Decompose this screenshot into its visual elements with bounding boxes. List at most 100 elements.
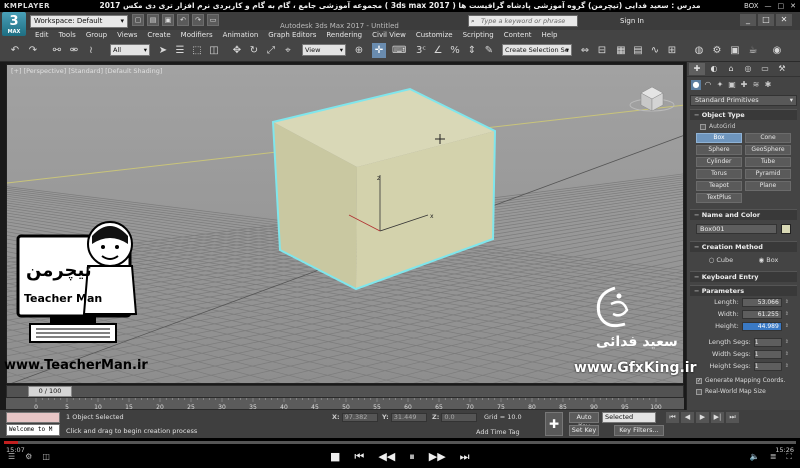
torus-button[interactable]: Torus [696, 169, 742, 179]
height-segs-spinner-icon[interactable]: ⇕ [785, 363, 789, 369]
menu-create[interactable]: Create [142, 30, 175, 40]
sphere-button[interactable]: Sphere [696, 145, 742, 155]
auto-key-button[interactable]: Auto Key [569, 412, 599, 430]
hierarchy-tab-icon[interactable]: ⌂ [723, 63, 739, 75]
selection-set-dropdown[interactable]: Selected [602, 412, 656, 423]
box-radio[interactable]: ◉ Box [758, 256, 778, 264]
height-spinner-icon[interactable]: ⇕ [785, 323, 789, 329]
width-spinner-icon[interactable]: ⇕ [785, 311, 789, 317]
creation-method-header[interactable]: Creation Method [690, 241, 797, 252]
parameters-header[interactable]: Parameters [690, 285, 797, 296]
plane-button[interactable]: Plane [745, 181, 791, 191]
curve-editor-icon[interactable]: ∿ [648, 43, 662, 58]
length-spinner-icon[interactable]: ⇕ [785, 299, 789, 305]
set-keys-icon[interactable]: ✚ [545, 412, 563, 436]
pyramid-button[interactable]: Pyramid [745, 169, 791, 179]
box-button[interactable]: Box [696, 133, 742, 143]
selection-filter-dropdown[interactable]: All [110, 44, 150, 56]
viewport-label[interactable]: [+] [Perspective] [Standard] [Default Sh… [11, 67, 162, 75]
unlink-icon[interactable]: ⚮ [67, 43, 81, 58]
create-tab-icon[interactable]: ✚ [689, 63, 705, 75]
menu-scripting[interactable]: Scripting [458, 30, 499, 40]
length-segs-spinner-icon[interactable]: ⇕ [785, 339, 789, 345]
menu-modifiers[interactable]: Modifiers [176, 30, 218, 40]
select-by-name-icon[interactable]: ☰ [173, 43, 187, 58]
primitive-category-dropdown[interactable]: Standard Primitives [690, 95, 797, 106]
snap-toggle-icon[interactable]: 3ᶜ [414, 43, 428, 58]
object-name-input[interactable]: Box001 [696, 224, 777, 234]
length-field[interactable]: 53.066 [741, 297, 782, 307]
coord-x-field[interactable]: 97.382 [341, 413, 378, 422]
project-folder-icon[interactable]: ▭ [207, 14, 219, 26]
select-object-icon[interactable]: ➤ [156, 43, 170, 58]
play-icon[interactable]: ▶ [696, 412, 709, 423]
textplus-button[interactable]: TextPlus [696, 193, 742, 203]
geometry-icon[interactable]: ● [691, 79, 701, 90]
width-field[interactable]: 61.255 [741, 309, 782, 319]
name-color-header[interactable]: Name and Color [690, 209, 797, 220]
motion-tab-icon[interactable]: ◎ [740, 63, 756, 75]
player-settings-icon[interactable]: ⚙ [25, 452, 32, 461]
pivot-center-icon[interactable]: ⊕ [352, 43, 366, 58]
tube-button[interactable]: Tube [745, 157, 791, 167]
cameras-icon[interactable]: ▣ [727, 80, 737, 90]
named-selection-set-dropdown[interactable]: Create Selection Se [502, 44, 572, 56]
close-icon[interactable]: ✕ [776, 14, 792, 26]
trackbar[interactable]: 0 5 10 15 20 25 30 35 40 45 50 55 60 65 70 75 80 85 90 95 10… [6, 398, 684, 411]
percent-snap-icon[interactable]: % [448, 43, 462, 58]
cone-button[interactable]: Cone [745, 133, 791, 143]
add-time-tag[interactable]: Add Time Tag [476, 428, 520, 436]
render-production-icon[interactable]: ☕ [746, 43, 760, 58]
rendered-frame-window-icon[interactable]: ▣ [728, 43, 742, 58]
edit-named-selection-icon[interactable]: ✎ [482, 43, 496, 58]
open-file-icon[interactable]: ▤ [147, 14, 159, 26]
player-seek-bar[interactable] [4, 441, 796, 444]
angle-snap-icon[interactable]: ∠ [431, 43, 445, 58]
time-slider-thumb[interactable]: 0 / 100 [28, 386, 72, 397]
generate-mapping-checkbox[interactable]: ✓ Generate Mapping Coords. [690, 375, 797, 386]
player-prev-icon[interactable]: ⏮ [354, 450, 364, 464]
player-3d-icon[interactable]: ◫ [42, 452, 50, 461]
next-frame-icon[interactable]: ▶| [711, 412, 724, 423]
player-rewind-icon[interactable]: ◀◀ [378, 450, 395, 464]
select-move-icon[interactable]: ✥ [230, 43, 244, 58]
height-segs-field[interactable]: 1 [753, 361, 782, 371]
width-segs-spinner-icon[interactable]: ⇕ [785, 351, 789, 357]
key-filters-button[interactable]: Key Filters... [614, 425, 664, 436]
link-icon[interactable]: ⚯ [50, 43, 64, 58]
menu-group[interactable]: Group [81, 30, 112, 40]
player-next-icon[interactable]: ⏭ [460, 450, 470, 464]
minimize-icon[interactable]: _ [740, 14, 756, 26]
menu-customize[interactable]: Customize [411, 30, 458, 40]
menu-rendering[interactable]: Rendering [321, 30, 367, 40]
player-fullscreen-icon[interactable]: ⛶ [786, 452, 792, 462]
render-setup-icon[interactable]: ⚙ [710, 43, 724, 58]
new-scene-icon[interactable]: ▢ [132, 14, 144, 26]
player-stop-icon[interactable]: ■ [330, 450, 340, 464]
search-input[interactable]: ⌕ Type a keyword or phrase [468, 15, 578, 27]
menu-animation[interactable]: Animation [218, 30, 264, 40]
go-to-start-icon[interactable]: ⏮ [666, 412, 679, 423]
ribbon-icon[interactable]: ▤ [631, 43, 645, 58]
player-forward-icon[interactable]: ▶▶ [429, 450, 446, 464]
menu-tools[interactable]: Tools [54, 30, 81, 40]
height-field[interactable]: 44.989 [741, 321, 782, 331]
menu-graph-editors[interactable]: Graph Editors [263, 30, 321, 40]
player-close-icon[interactable]: ✕ [790, 2, 796, 10]
autogrid-checkbox[interactable]: AutoGrid [690, 120, 797, 130]
place-icon[interactable]: ⌖ [281, 43, 295, 58]
maxscript-listener-output[interactable]: Welcome to M [6, 424, 60, 436]
redo-icon[interactable]: ↷ [26, 43, 40, 58]
object-color-swatch[interactable] [781, 224, 791, 234]
schematic-view-icon[interactable]: ⊞ [665, 43, 679, 58]
maximize-icon[interactable]: □ [758, 14, 774, 26]
geosphere-button[interactable]: GeoSphere [745, 145, 791, 155]
spinner-snap-icon[interactable]: ⇕ [465, 43, 479, 58]
lights-icon[interactable]: ✦ [715, 80, 725, 90]
utilities-tab-icon[interactable]: ⚒ [774, 63, 790, 75]
maxscript-mini-listener[interactable] [6, 412, 60, 423]
bind-space-warp-icon[interactable]: ≀ [84, 43, 98, 58]
helpers-icon[interactable]: ✚ [739, 80, 749, 90]
save-file-icon[interactable]: ▣ [162, 14, 174, 26]
render-iterative-icon[interactable]: ◉ [770, 43, 784, 58]
